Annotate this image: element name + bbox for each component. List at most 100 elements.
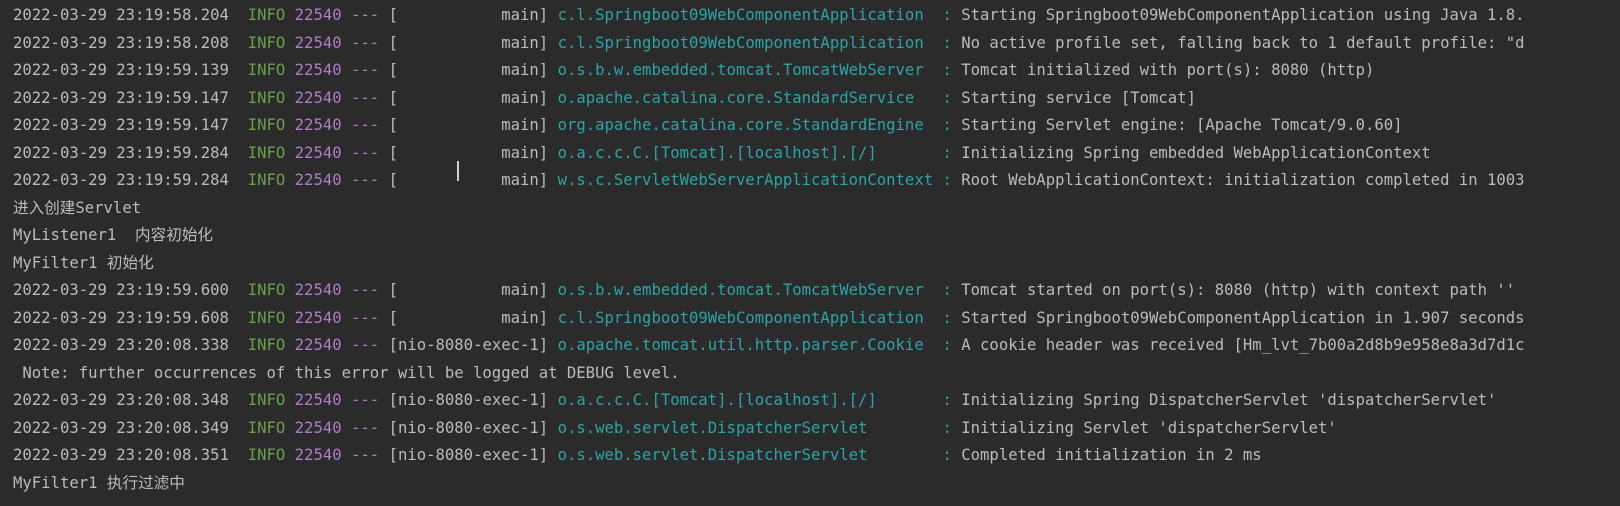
console-output[interactable]: 2022-03-29 23:19:58.204 INFO 22540 --- [… [0, 0, 1620, 506]
log-pid: 22540 --- [294, 116, 389, 134]
log-thread: [ main] [388, 33, 558, 52]
log-thread: [ main] [388, 308, 558, 327]
log-line: 2022-03-29 23:19:59.147 INFO 22540 --- [… [0, 85, 1620, 113]
output-text: Note: further occurrences of this error … [13, 363, 680, 382]
log-level: INFO [247, 391, 295, 409]
log-message: Initializing Spring DispatcherServlet 'd… [961, 391, 1497, 409]
log-thread: [ main] [388, 6, 558, 24]
output-line: MyFilter1 执行过滤中 [0, 470, 1620, 498]
log-logger: c.l.Springboot09WebComponentApplication … [557, 6, 962, 24]
log-line: 2022-03-29 23:20:08.348 INFO 22540 --- [… [0, 387, 1620, 415]
log-level: INFO [247, 446, 295, 464]
log-pid: 22540 --- [294, 336, 389, 354]
log-message: Tomcat started on port(s): 8080 (http) w… [961, 281, 1516, 299]
log-level: INFO [247, 308, 295, 327]
log-line: 2022-03-29 23:19:59.139 INFO 22540 --- [… [0, 57, 1620, 85]
log-line: 2022-03-29 23:19:58.204 INFO 22540 --- [… [0, 2, 1620, 30]
log-timestamp: 2022-03-29 23:20:08.351 [13, 446, 248, 464]
log-logger: o.s.b.w.embedded.tomcat.TomcatWebServer … [557, 61, 962, 79]
log-logger: w.s.c.ServletWebServerApplicationContext… [557, 171, 962, 189]
log-thread: [nio-8080-exec-1] [388, 418, 558, 437]
log-thread: [nio-8080-exec-1] [388, 336, 558, 354]
log-line: 2022-03-29 23:20:08.351 INFO 22540 --- [… [0, 442, 1620, 470]
text-cursor [457, 161, 459, 181]
log-timestamp: 2022-03-29 23:19:59.147 [13, 88, 248, 107]
log-thread: [nio-8080-exec-1] [388, 446, 558, 464]
log-pid: 22540 --- [294, 308, 389, 327]
output-text: 进入创建Servlet [13, 198, 142, 217]
log-level: INFO [247, 61, 295, 79]
log-thread: [ main] [388, 281, 558, 299]
log-logger: c.l.Springboot09WebComponentApplication … [557, 33, 962, 52]
log-level: INFO [247, 171, 295, 189]
log-message: Tomcat initialized with port(s): 8080 (h… [961, 61, 1375, 79]
log-timestamp: 2022-03-29 23:19:59.608 [13, 308, 248, 327]
log-pid: 22540 --- [294, 33, 389, 52]
log-logger: o.s.web.servlet.DispatcherServlet : [557, 446, 962, 464]
log-line: 2022-03-29 23:20:08.349 INFO 22540 --- [… [0, 415, 1620, 443]
log-line: 2022-03-29 23:19:59.608 INFO 22540 --- [… [0, 305, 1620, 333]
log-thread: [ main] [388, 171, 558, 189]
log-level: INFO [247, 33, 295, 52]
log-message: Starting service [Tomcat] [961, 88, 1196, 107]
log-logger: o.apache.tomcat.util.http.parser.Cookie … [557, 336, 962, 354]
log-pid: 22540 --- [294, 446, 389, 464]
log-message: Starting Springboot09WebComponentApplica… [961, 6, 1525, 24]
log-pid: 22540 --- [294, 418, 389, 437]
log-line: 2022-03-29 23:19:59.284 INFO 22540 --- [… [0, 140, 1620, 168]
log-message: Root WebApplicationContext: initializati… [961, 171, 1525, 189]
output-text: MyFilter1 执行过滤中 [13, 473, 185, 492]
log-message: Initializing Spring embedded WebApplicat… [961, 143, 1431, 162]
log-timestamp: 2022-03-29 23:20:08.349 [13, 418, 248, 437]
log-timestamp: 2022-03-29 23:19:59.600 [13, 281, 248, 299]
log-message: Completed initialization in 2 ms [961, 446, 1262, 464]
log-thread: [ main] [388, 116, 558, 134]
log-message: Initializing Servlet 'dispatcherServlet' [961, 418, 1337, 437]
log-thread: [ main] [388, 143, 558, 162]
log-logger: org.apache.catalina.core.StandardEngine … [557, 116, 962, 134]
log-level: INFO [247, 6, 295, 24]
output-text: MyFilter1 初始化 [13, 253, 154, 272]
log-message: A cookie header was received [Hm_lvt_7b0… [961, 336, 1525, 354]
log-level: INFO [247, 143, 295, 162]
log-pid: 22540 --- [294, 391, 389, 409]
log-logger: o.a.c.c.C.[Tomcat].[localhost].[/] : [557, 143, 962, 162]
log-timestamp: 2022-03-29 23:19:59.284 [13, 171, 248, 189]
log-logger: o.apache.catalina.core.StandardService : [557, 88, 962, 107]
log-line: 2022-03-29 23:19:59.147 INFO 22540 --- [… [0, 112, 1620, 140]
output-line: MyListener1 内容初始化 [0, 222, 1620, 250]
log-level: INFO [247, 336, 295, 354]
log-pid: 22540 --- [294, 281, 389, 299]
log-logger: o.a.c.c.C.[Tomcat].[localhost].[/] : [557, 391, 962, 409]
log-thread: [nio-8080-exec-1] [388, 391, 558, 409]
log-message: Started Springboot09WebComponentApplicat… [961, 308, 1525, 327]
log-level: INFO [247, 418, 295, 437]
log-pid: 22540 --- [294, 6, 389, 24]
log-timestamp: 2022-03-29 23:20:08.348 [13, 391, 248, 409]
log-message: No active profile set, falling back to 1… [961, 33, 1525, 52]
log-thread: [ main] [388, 61, 558, 79]
log-pid: 22540 --- [294, 171, 389, 189]
log-thread: [ main] [388, 88, 558, 107]
log-logger: o.s.b.w.embedded.tomcat.TomcatWebServer … [557, 281, 962, 299]
output-line: Note: further occurrences of this error … [0, 360, 1620, 388]
output-line: 进入创建Servlet [0, 195, 1620, 223]
log-timestamp: 2022-03-29 23:19:58.208 [13, 33, 248, 52]
log-logger: c.l.Springboot09WebComponentApplication … [557, 308, 962, 327]
log-line: 2022-03-29 23:19:59.284 INFO 22540 --- [… [0, 167, 1620, 195]
log-pid: 22540 --- [294, 88, 389, 107]
log-message: Starting Servlet engine: [Apache Tomcat/… [961, 116, 1403, 134]
output-line: MyFilter1 初始化 [0, 250, 1620, 278]
log-timestamp: 2022-03-29 23:19:58.204 [13, 6, 248, 24]
log-timestamp: 2022-03-29 23:19:59.147 [13, 116, 248, 134]
log-line: 2022-03-29 23:19:58.208 INFO 22540 --- [… [0, 30, 1620, 58]
log-timestamp: 2022-03-29 23:19:59.139 [13, 61, 248, 79]
log-line: 2022-03-29 23:19:59.600 INFO 22540 --- [… [0, 277, 1620, 305]
log-level: INFO [247, 116, 295, 134]
log-pid: 22540 --- [294, 61, 389, 79]
log-timestamp: 2022-03-29 23:20:08.338 [13, 336, 248, 354]
log-timestamp: 2022-03-29 23:19:59.284 [13, 143, 248, 162]
log-logger: o.s.web.servlet.DispatcherServlet : [557, 418, 962, 437]
output-text: MyListener1 内容初始化 [13, 226, 214, 244]
log-level: INFO [247, 88, 295, 107]
